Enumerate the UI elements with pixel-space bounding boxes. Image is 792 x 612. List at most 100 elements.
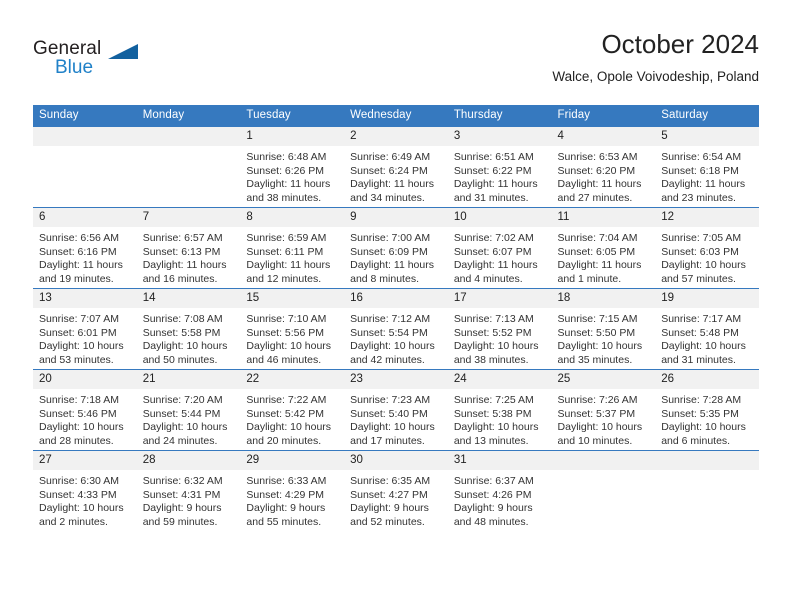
calendar-day-cell[interactable]: 2 Sunrise: 6:49 AM Sunset: 6:24 PM Daylight… [344, 126, 448, 208]
location-subtitle: Walce, Opole Voivodeship, Poland [552, 69, 759, 84]
day-number: 10 [447, 208, 552, 227]
calendar-day-cell[interactable]: 5 Sunrise: 6:54 AM Sunset: 6:18 PM Daylight… [655, 126, 759, 208]
sunset-text: Sunset: 4:29 PM [246, 488, 325, 501]
day-number: 15 [240, 289, 345, 308]
weekday-header-thursday: Thursday [447, 105, 552, 127]
calendar-page: General Blue October 2024 Walce, Opole V… [0, 0, 792, 612]
day-number: 11 [551, 208, 656, 227]
sunset-text: Sunset: 4:31 PM [142, 488, 221, 501]
calendar-day-cell[interactable]: 22 Sunrise: 7:22 AM Sunset: 5:42 PM Dayligh… [240, 369, 345, 451]
day-number: 8 [240, 208, 345, 227]
calendar-day-cell[interactable]: 23 Sunrise: 7:23 AM Sunset: 5:40 PM Dayligh… [344, 369, 448, 451]
sunrise-text: Sunrise: 7:25 AM [453, 394, 534, 406]
daylight-text: Daylight: 10 hours and 35 minutes. [557, 340, 643, 366]
sunrise-text: Sunrise: 7:04 AM [557, 232, 638, 244]
day-info: Sunrise: 7:20 AM Sunset: 5:44 PM Daylight:… [137, 389, 241, 448]
calendar-day-cell[interactable]: 29 Sunrise: 6:33 AM Sunset: 4:29 PM Dayligh… [240, 450, 345, 531]
calendar-day-cell[interactable]: 3 Sunrise: 6:51 AM Sunset: 6:22 PM Daylight… [447, 126, 552, 208]
sunrise-text: Sunrise: 7:13 AM [453, 313, 534, 325]
day-number: 12 [655, 208, 759, 227]
day-number: 14 [136, 289, 241, 308]
calendar-day-cell[interactable]: 14 Sunrise: 7:08 AM Sunset: 5:58 PM Dayligh… [136, 288, 241, 370]
calendar-day-cell[interactable]: 25 Sunrise: 7:26 AM Sunset: 5:37 PM Dayligh… [551, 369, 656, 451]
day-info: Sunrise: 7:05 AM Sunset: 6:03 PM Daylight:… [655, 227, 759, 286]
calendar-day-cell[interactable]: 13 Sunrise: 7:07 AM Sunset: 6:01 PM Dayligh… [33, 288, 137, 370]
daylight-text: Daylight: 11 hours and 34 minutes. [350, 178, 434, 204]
sunset-text: Sunset: 5:58 PM [142, 326, 221, 339]
sunset-text: Sunset: 5:42 PM [246, 407, 325, 420]
calendar-day-cell[interactable]: 10 Sunrise: 7:02 AM Sunset: 6:07 PM Dayligh… [447, 207, 552, 289]
sunrise-text: Sunrise: 7:00 AM [350, 232, 431, 244]
day-info: Sunrise: 7:12 AM Sunset: 5:54 PM Daylight:… [344, 308, 448, 367]
sunrise-text: Sunrise: 6:37 AM [453, 475, 534, 487]
day-number: 5 [655, 127, 759, 146]
calendar-day-cell[interactable]: 1 Sunrise: 6:48 AM Sunset: 6:26 PM Daylight… [240, 126, 345, 208]
day-info: Sunrise: 7:28 AM Sunset: 5:35 PM Daylight:… [655, 389, 759, 448]
sunrise-text: Sunrise: 7:08 AM [142, 313, 223, 325]
calendar-day-cell[interactable]: 8 Sunrise: 6:59 AM Sunset: 6:11 PM Daylight… [240, 207, 345, 289]
calendar-day-cell[interactable]: 9 Sunrise: 7:00 AM Sunset: 6:09 PM Daylight… [344, 207, 448, 289]
brand-logo[interactable]: General Blue [33, 38, 153, 90]
day-info: Sunrise: 7:13 AM Sunset: 5:52 PM Daylight:… [448, 308, 552, 367]
sunset-text: Sunset: 5:44 PM [142, 407, 221, 420]
calendar-day-cell[interactable]: 18 Sunrise: 7:15 AM Sunset: 5:50 PM Dayligh… [551, 288, 656, 370]
calendar-day-cell[interactable]: 30 Sunrise: 6:35 AM Sunset: 4:27 PM Dayligh… [344, 450, 448, 531]
calendar-day-cell[interactable]: 11 Sunrise: 7:04 AM Sunset: 6:05 PM Dayligh… [551, 207, 656, 289]
sunrise-text: Sunrise: 6:51 AM [453, 151, 534, 163]
sunset-text: Sunset: 4:26 PM [453, 488, 532, 501]
calendar-day-cell[interactable]: 26 Sunrise: 7:28 AM Sunset: 5:35 PM Dayligh… [655, 369, 759, 451]
daylight-text: Daylight: 11 hours and 23 minutes. [661, 178, 746, 204]
calendar-day-cell[interactable]: 6 Sunrise: 6:56 AM Sunset: 6:16 PM Daylight… [33, 207, 137, 289]
sunrise-text: Sunrise: 7:05 AM [661, 232, 742, 244]
brand-name-blue: Blue [55, 57, 94, 78]
day-info: Sunrise: 6:57 AM Sunset: 6:13 PM Daylight:… [137, 227, 241, 286]
calendar-day-cell[interactable]: 31 Sunrise: 6:37 AM Sunset: 4:26 PM Dayligh… [447, 450, 552, 531]
sunrise-text: Sunrise: 7:23 AM [350, 394, 431, 406]
calendar-week-row: 13 Sunrise: 7:07 AM Sunset: 6:01 PM Dayligh… [33, 288, 759, 370]
day-info: Sunrise: 7:26 AM Sunset: 5:37 PM Daylight:… [552, 389, 656, 448]
sunrise-text: Sunrise: 7:12 AM [350, 313, 431, 325]
calendar-day-cell[interactable]: 17 Sunrise: 7:13 AM Sunset: 5:52 PM Dayligh… [447, 288, 552, 370]
day-info: Sunrise: 7:10 AM Sunset: 5:56 PM Daylight:… [240, 308, 344, 367]
day-info: Sunrise: 7:04 AM Sunset: 6:05 PM Daylight:… [552, 227, 656, 286]
daylight-text: Daylight: 10 hours and 53 minutes. [39, 340, 124, 366]
calendar-body: 1 Sunrise: 6:48 AM Sunset: 6:26 PM Daylight… [33, 126, 759, 531]
daylight-text: Daylight: 10 hours and 38 minutes. [453, 340, 539, 366]
calendar-table: Sunday Monday Tuesday Wednesday Thursday… [33, 105, 759, 531]
sunrise-text: Sunrise: 6:35 AM [350, 475, 431, 487]
daylight-text: Daylight: 10 hours and 20 minutes. [246, 421, 332, 447]
calendar-day-cell-empty [655, 450, 759, 531]
daylight-text: Daylight: 10 hours and 28 minutes. [39, 421, 124, 447]
day-info: Sunrise: 6:32 AM Sunset: 4:31 PM Daylight:… [137, 470, 241, 529]
daylight-text: Daylight: 11 hours and 16 minutes. [142, 259, 227, 285]
calendar-day-cell[interactable]: 12 Sunrise: 7:05 AM Sunset: 6:03 PM Dayligh… [655, 207, 759, 289]
sunset-text: Sunset: 6:07 PM [453, 245, 532, 258]
sunrise-text: Sunrise: 7:26 AM [557, 394, 638, 406]
sunset-text: Sunset: 6:09 PM [350, 245, 428, 258]
sunrise-text: Sunrise: 7:02 AM [453, 232, 534, 244]
sunrise-text: Sunrise: 7:17 AM [661, 313, 742, 325]
daylight-text: Daylight: 10 hours and 57 minutes. [661, 259, 746, 285]
day-number: 19 [655, 289, 759, 308]
sunset-text: Sunset: 6:16 PM [39, 245, 117, 258]
calendar-day-cell[interactable]: 20 Sunrise: 7:18 AM Sunset: 5:46 PM Dayligh… [33, 369, 137, 451]
sunrise-text: Sunrise: 7:20 AM [142, 394, 223, 406]
day-number: 24 [447, 370, 552, 389]
triangle-icon [108, 44, 138, 59]
calendar-day-cell[interactable]: 21 Sunrise: 7:20 AM Sunset: 5:44 PM Dayligh… [136, 369, 241, 451]
calendar-day-cell-empty [136, 126, 241, 208]
calendar-day-cell[interactable]: 15 Sunrise: 7:10 AM Sunset: 5:56 PM Dayligh… [240, 288, 345, 370]
calendar-day-cell[interactable]: 16 Sunrise: 7:12 AM Sunset: 5:54 PM Dayligh… [344, 288, 448, 370]
calendar-day-cell[interactable]: 24 Sunrise: 7:25 AM Sunset: 5:38 PM Dayligh… [447, 369, 552, 451]
sunset-text: Sunset: 5:48 PM [661, 326, 739, 339]
calendar-day-cell[interactable]: 19 Sunrise: 7:17 AM Sunset: 5:48 PM Dayligh… [655, 288, 759, 370]
sunset-text: Sunset: 6:11 PM [246, 245, 324, 258]
sunset-text: Sunset: 5:54 PM [350, 326, 428, 339]
weekday-header-monday: Monday [136, 105, 241, 127]
calendar-day-cell[interactable]: 4 Sunrise: 6:53 AM Sunset: 6:20 PM Daylight… [551, 126, 656, 208]
calendar-day-cell[interactable]: 28 Sunrise: 6:32 AM Sunset: 4:31 PM Dayligh… [136, 450, 241, 531]
calendar-day-cell[interactable]: 27 Sunrise: 6:30 AM Sunset: 4:33 PM Dayligh… [33, 450, 137, 531]
daylight-text: Daylight: 11 hours and 31 minutes. [453, 178, 538, 204]
calendar-day-cell[interactable]: 7 Sunrise: 6:57 AM Sunset: 6:13 PM Daylight… [136, 207, 241, 289]
sunset-text: Sunset: 6:01 PM [39, 326, 117, 339]
